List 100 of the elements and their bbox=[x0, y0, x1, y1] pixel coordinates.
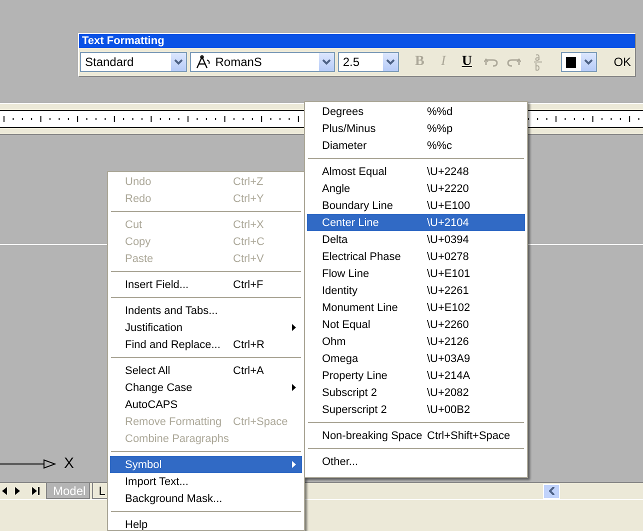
shortcut-text: Ctrl+F bbox=[233, 278, 264, 290]
shortcut-text: \U+2082 bbox=[427, 386, 469, 398]
item-label: Diameter bbox=[322, 140, 368, 152]
chevron-down-icon bbox=[584, 59, 593, 65]
menu-item[interactable]: Center Line \U+2104 bbox=[307, 214, 525, 231]
menu-item[interactable]: Indents and Tabs... bbox=[110, 302, 302, 319]
menu-item[interactable]: Electrical Phase \U+0278 bbox=[307, 248, 525, 265]
menu-item[interactable]: Angle \U+2220 bbox=[307, 180, 525, 197]
shortcut-text: Ctrl+V bbox=[233, 252, 264, 264]
item-label: Delta bbox=[322, 234, 349, 246]
shortcut-text: \U+2220 bbox=[427, 182, 469, 194]
left-arrow-icon[interactable] bbox=[0, 486, 10, 496]
x-axis-arrow bbox=[0, 458, 56, 468]
font-dropdown[interactable]: RomanS bbox=[190, 52, 335, 72]
shortcut-text: \U+2104 bbox=[427, 216, 469, 228]
text-height-dropdown[interactable]: 2.5 bbox=[338, 52, 399, 72]
item-label: Angle bbox=[322, 182, 352, 194]
menu-item[interactable]: Import Text... bbox=[110, 473, 302, 490]
menu-item[interactable]: Superscript 2 \U+00B2 bbox=[307, 401, 525, 418]
menu-item[interactable]: Flow Line \U+E101 bbox=[307, 265, 525, 282]
item-label: Find and Replace... bbox=[125, 338, 222, 350]
menu-item[interactable]: Find and Replace... Ctrl+R bbox=[110, 336, 302, 353]
menu-item[interactable]: Omega \U+03A9 bbox=[307, 350, 525, 367]
submenu-arrow-icon bbox=[292, 324, 296, 331]
menu-item[interactable]: Insert Field... Ctrl+F bbox=[110, 276, 302, 293]
menu-item[interactable]: Almost Equal \U+2248 bbox=[307, 163, 525, 180]
item-label: Remove Formatting bbox=[125, 416, 223, 428]
item-label: Ohm bbox=[322, 336, 347, 348]
dropdown-arrow-button[interactable] bbox=[382, 53, 398, 71]
dropdown-arrow-button[interactable] bbox=[170, 53, 186, 71]
shortcut-text: Ctrl+R bbox=[233, 338, 264, 350]
chevron-down-icon bbox=[386, 59, 395, 65]
menu-item[interactable]: Select All Ctrl+A bbox=[110, 362, 302, 379]
menu-item[interactable]: Subscript 2 \U+2082 bbox=[307, 384, 525, 401]
font-icon bbox=[195, 55, 212, 69]
chevron-down-icon bbox=[174, 59, 184, 65]
item-label: Cut bbox=[125, 218, 144, 230]
shortcut-text: \U+0278 bbox=[427, 250, 469, 262]
redo-icon bbox=[507, 57, 522, 67]
menu-item[interactable]: Property Line \U+214A bbox=[307, 367, 525, 384]
item-label: Electrical Phase bbox=[322, 250, 402, 262]
item-label: Select All bbox=[125, 364, 172, 376]
menu-item[interactable]: Help bbox=[110, 516, 302, 530]
item-label: Identity bbox=[322, 284, 358, 296]
color-dropdown[interactable] bbox=[560, 52, 597, 72]
item-label: Redo bbox=[125, 192, 152, 204]
item-label: Property Line bbox=[322, 370, 388, 382]
menu-item[interactable]: Background Mask... bbox=[110, 490, 302, 507]
menu-item[interactable]: Symbol bbox=[110, 456, 302, 473]
menu-item[interactable]: Degrees %%d bbox=[307, 103, 525, 120]
menu-item[interactable]: Not Equal \U+2260 bbox=[307, 316, 525, 333]
undo-icon bbox=[484, 57, 498, 67]
shortcut-text: Ctrl+Y bbox=[233, 192, 264, 204]
menu-item[interactable]: Other... bbox=[307, 453, 525, 470]
arrow-to-end-icon[interactable] bbox=[31, 486, 40, 496]
menu-item[interactable]: Non-breaking Space Ctrl+Shift+Space bbox=[307, 427, 525, 444]
shortcut-text: Ctrl+C bbox=[233, 236, 264, 248]
item-label: Not Equal bbox=[322, 318, 372, 330]
menu-item[interactable]: Boundary Line \U+E100 bbox=[307, 197, 525, 214]
menu-item[interactable]: Delta \U+0394 bbox=[307, 231, 525, 248]
menu-item[interactable]: Monument Line \U+E102 bbox=[307, 299, 525, 316]
scroll-left-button[interactable] bbox=[543, 484, 560, 498]
item-label: Boundary Line bbox=[322, 200, 394, 212]
shortcut-text: \U+2248 bbox=[427, 166, 469, 178]
shortcut-text: \U+2260 bbox=[427, 318, 469, 330]
shortcut-text: \U+214A bbox=[427, 370, 470, 382]
item-label: Insert Field... bbox=[125, 278, 190, 290]
item-label: Superscript 2 bbox=[322, 404, 388, 416]
ok-button[interactable]: OK bbox=[610, 53, 636, 71]
underline-button[interactable]: U bbox=[456, 51, 478, 73]
shortcut-text: Ctrl+Z bbox=[233, 176, 264, 188]
axis-label: X bbox=[64, 455, 74, 472]
item-label: Paste bbox=[125, 252, 154, 264]
menu-item[interactable]: Diameter %%c bbox=[307, 137, 525, 154]
shortcut-text: Ctrl+Space bbox=[233, 416, 288, 428]
menu-item[interactable]: Identity \U+2261 bbox=[307, 282, 525, 299]
submenu-arrow-icon bbox=[292, 384, 296, 391]
shortcut-text: \U+2126 bbox=[427, 336, 469, 348]
shortcut-text: %%d bbox=[427, 106, 453, 118]
dropdown-arrow-button[interactable] bbox=[580, 53, 596, 71]
menu-item[interactable]: Ohm \U+2126 bbox=[307, 333, 525, 350]
shortcut-text: Ctrl+X bbox=[233, 218, 264, 230]
shortcut-text: \U+E101 bbox=[427, 268, 470, 280]
shortcut-text: \U+03A9 bbox=[427, 352, 470, 364]
style-dropdown[interactable]: Standard bbox=[80, 52, 188, 72]
item-label: Copy bbox=[125, 236, 152, 248]
item-label: Subscript 2 bbox=[322, 386, 378, 398]
menu-item[interactable]: Change Case bbox=[110, 379, 302, 396]
menu-item[interactable]: Plus/Minus %%p bbox=[307, 120, 525, 137]
stack-fraction-icon bbox=[532, 53, 543, 71]
item-label: Plus/Minus bbox=[322, 122, 377, 134]
dropdown-arrow-button[interactable] bbox=[318, 53, 334, 71]
item-label: Flow Line bbox=[322, 268, 370, 280]
item-label: Undo bbox=[125, 176, 152, 188]
shortcut-text: \U+0394 bbox=[427, 234, 469, 246]
item-label: Non-breaking Space bbox=[322, 430, 424, 442]
shortcut-text: \U+E102 bbox=[427, 302, 470, 314]
menu-item[interactable]: Justification bbox=[110, 319, 302, 336]
chevron-left-icon bbox=[548, 487, 554, 495]
menu-item[interactable]: AutoCAPS bbox=[110, 396, 302, 413]
